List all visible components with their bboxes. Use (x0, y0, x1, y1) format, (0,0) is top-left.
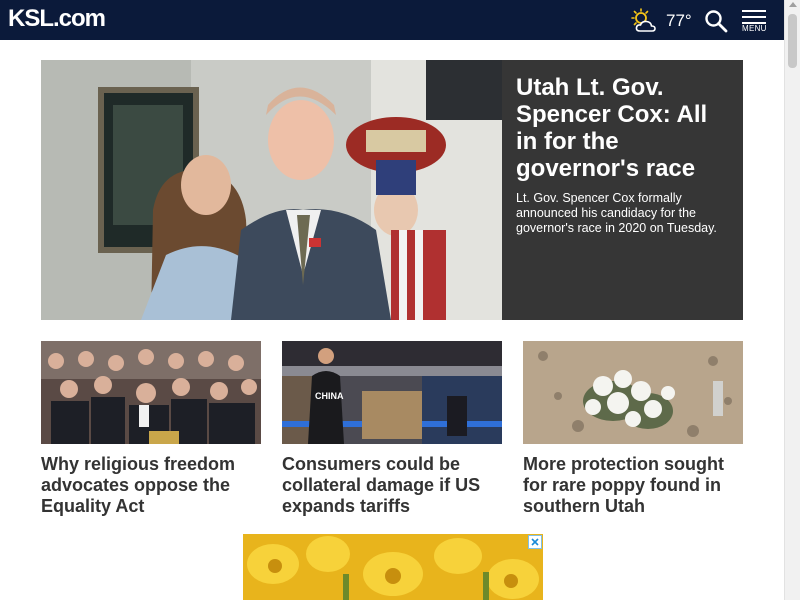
hero-photo[interactable] (41, 60, 502, 320)
hero-text-panel: Utah Lt. Gov. Spencer Cox: All in for th… (502, 60, 743, 320)
ad-close-button[interactable] (528, 535, 542, 549)
logo-main: KSL (8, 5, 54, 32)
story-card[interactable]: CHINA Consumers could be collateral dama… (282, 341, 502, 517)
story-card[interactable]: Why religious freedom advocates oppose t… (41, 341, 261, 517)
menu-label: MENU (742, 24, 767, 33)
scrollbar-thumb[interactable] (788, 14, 797, 68)
hero-story[interactable]: Utah Lt. Gov. Spencer Cox: All in for th… (41, 60, 743, 320)
scroll-up-arrow-icon[interactable] (789, 2, 797, 7)
story-headline[interactable]: More protection sought for rare poppy fo… (523, 454, 743, 517)
logo-suffix: .com (53, 5, 106, 32)
temperature: 77° (666, 11, 692, 30)
ksl-logo[interactable]: KSL.com (8, 5, 106, 33)
story-headline[interactable]: Why religious freedom advocates oppose t… (41, 454, 261, 517)
search-icon (704, 10, 728, 37)
story-card[interactable]: More protection sought for rare poppy fo… (523, 341, 743, 517)
close-icon (529, 536, 541, 548)
shirt-text: CHINA (315, 391, 344, 401)
search-button[interactable] (704, 9, 728, 38)
page-scrollbar[interactable] (784, 0, 800, 600)
hero-summary: Lt. Gov. Spencer Cox formally announced … (516, 191, 717, 235)
hero-headline[interactable]: Utah Lt. Gov. Spencer Cox: All in for th… (516, 74, 732, 182)
menu-button[interactable]: MENU (742, 10, 770, 36)
hamburger-icon (742, 10, 770, 24)
advertisement-banner[interactable] (243, 534, 543, 600)
story-photo[interactable]: CHINA (282, 341, 502, 444)
site-header: KSL.com 77° MENU (0, 0, 784, 40)
story-photo[interactable] (523, 341, 743, 444)
partly-cloudy-icon (630, 8, 660, 34)
story-headline[interactable]: Consumers could be collateral damage if … (282, 454, 502, 517)
story-photo[interactable] (41, 341, 261, 444)
weather-widget[interactable]: 77° (630, 8, 692, 34)
